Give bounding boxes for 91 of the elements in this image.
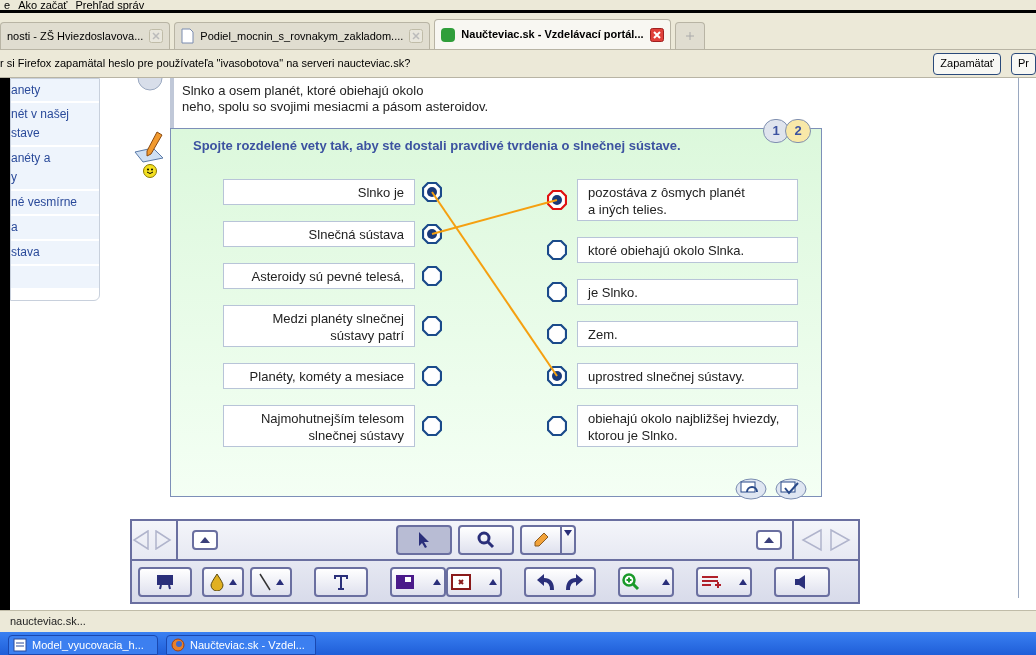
pointer-icon [417, 531, 431, 549]
line-tool-button[interactable] [250, 566, 292, 597]
radio-button[interactable] [422, 316, 442, 336]
shape-button[interactable] [390, 566, 446, 597]
list-add-icon [701, 573, 721, 590]
radio-button[interactable] [547, 324, 567, 344]
caret-icon[interactable] [433, 578, 441, 585]
sidebar-item[interactable]: anety [11, 79, 99, 101]
eraser-button[interactable] [446, 566, 502, 597]
sentence-end: ktoré obiehajú okolo Slnka. [577, 237, 798, 263]
list-button[interactable] [696, 566, 752, 597]
sentence-start: Slnečná sústava [223, 221, 415, 247]
exercise-instruction: Spojte rozdelené vety tak, aby ste dostali pravdivé tvrdenia o slnečnej sústave. [193, 137, 681, 154]
caret-icon[interactable] [662, 578, 670, 585]
radio-button[interactable] [422, 266, 442, 286]
easel-icon [156, 573, 174, 590]
sidebar-item[interactable]: né vesmírne [11, 191, 99, 214]
browser-tab[interactable]: nosti - ZŠ Hviezdoslavova... [0, 22, 171, 49]
plus-icon [684, 31, 695, 41]
sentence-end: obiehajú okolo najbližšej hviezdy, ktorou je Slnko. [577, 405, 798, 447]
intro-text: neho, spolu so svojimi mesiacmi a pásom asteroidov. [182, 99, 489, 115]
status-text: naucteviac.sk... [10, 614, 86, 630]
notification-button[interactable]: Pr [1011, 52, 1036, 75]
caret-icon [200, 537, 210, 543]
sentence-start: Slnko je [223, 179, 415, 205]
zoom-in-icon [622, 572, 640, 591]
pencil-icon [532, 531, 550, 549]
rectangle-icon [395, 573, 415, 590]
zoom-in-button[interactable] [618, 566, 674, 597]
radio-button[interactable] [422, 224, 442, 244]
radio-button[interactable] [547, 416, 567, 436]
radio-button[interactable] [547, 282, 567, 302]
sentence-start: Najmohutnejším telesom slnečnej sústavy [223, 405, 415, 447]
text-tool-icon [332, 572, 350, 591]
sidebar-item[interactable]: stava [11, 241, 99, 264]
smiley-icon [143, 164, 157, 178]
tool-button[interactable] [520, 525, 576, 555]
taskbar-button[interactable]: Model_vyucovacia_h... [8, 635, 158, 655]
sidebar-item[interactable]: a [11, 216, 99, 239]
delete-box-icon [451, 573, 471, 590]
bookmark-link[interactable]: Ako začať [18, 0, 68, 10]
caret-icon[interactable] [739, 578, 747, 585]
drop-icon [209, 572, 225, 591]
sentence-end: Zem. [577, 321, 798, 347]
radio-button[interactable] [547, 240, 567, 260]
notification-text: r si Firefox zapamätal heslo pre používateľa "ivasobotova" na serveri naucteviac.sk? [0, 56, 412, 72]
page-icon [181, 28, 195, 44]
notification-button[interactable]: Zapamätať [933, 52, 1001, 75]
taskbar-button[interactable]: Naučteviac.sk - Vzdel... [166, 635, 316, 655]
radio-button[interactable] [422, 416, 442, 436]
radio-button[interactable] [547, 190, 567, 210]
intro-text: Slnko a osem planét, ktoré obiehajú okolo [182, 83, 425, 99]
tool-button[interactable] [458, 525, 514, 555]
caret-icon [764, 537, 774, 543]
sentence-end: uprostred slnečnej sústavy. [577, 363, 798, 389]
caret-icon[interactable] [229, 578, 237, 585]
undo-redo-button[interactable] [524, 566, 596, 597]
radio-button[interactable] [547, 366, 567, 386]
sentence-start: Medzi planéty slnečnej sústavy patrí [223, 305, 415, 347]
page-button[interactable]: 2 [785, 119, 811, 143]
globe-icon [171, 638, 185, 652]
document-icon [13, 638, 27, 652]
magnifier-icon [477, 531, 495, 549]
sentence-end: pozostáva z ôsmych planét a iných telies. [577, 179, 798, 221]
tool-button[interactable] [396, 525, 452, 555]
sidebar-item[interactable]: nét v našej stave [11, 103, 99, 145]
sentence-end: je Slnko. [577, 279, 798, 305]
line-icon [258, 572, 272, 591]
radio-button[interactable] [422, 182, 442, 202]
sound-button[interactable] [774, 566, 830, 597]
radio-button[interactable] [422, 366, 442, 386]
sentence-start: Asteroidy sú pevné telesá, [223, 263, 415, 289]
caret-icon[interactable] [276, 578, 284, 585]
sidebar-item[interactable]: anéty a y [11, 147, 99, 189]
refresh-icon[interactable] [735, 478, 767, 500]
caret-icon[interactable] [489, 578, 497, 585]
caret-icon[interactable] [564, 530, 572, 536]
browser-tab[interactable]: Naučteviac.sk - Vzdelávací portál... [434, 19, 671, 49]
site-logo-icon [441, 27, 456, 42]
text-tool-button[interactable] [314, 566, 368, 597]
undo-redo-icon [536, 571, 584, 592]
page-button[interactable]: 1 [763, 119, 789, 143]
bookmark-link[interactable]: e [4, 0, 11, 10]
board-button[interactable] [138, 566, 192, 597]
close-icon[interactable] [649, 27, 664, 42]
sentence-start: Planéty, kométy a mesiace [223, 363, 415, 389]
browser-tab[interactable]: Podiel_mocnin_s_rovnakym_zakladom.... [174, 22, 431, 49]
check-icon[interactable] [775, 478, 807, 500]
expand-button[interactable] [192, 530, 218, 550]
fill-color-button[interactable] [202, 566, 244, 597]
expand-button[interactable] [756, 530, 782, 550]
